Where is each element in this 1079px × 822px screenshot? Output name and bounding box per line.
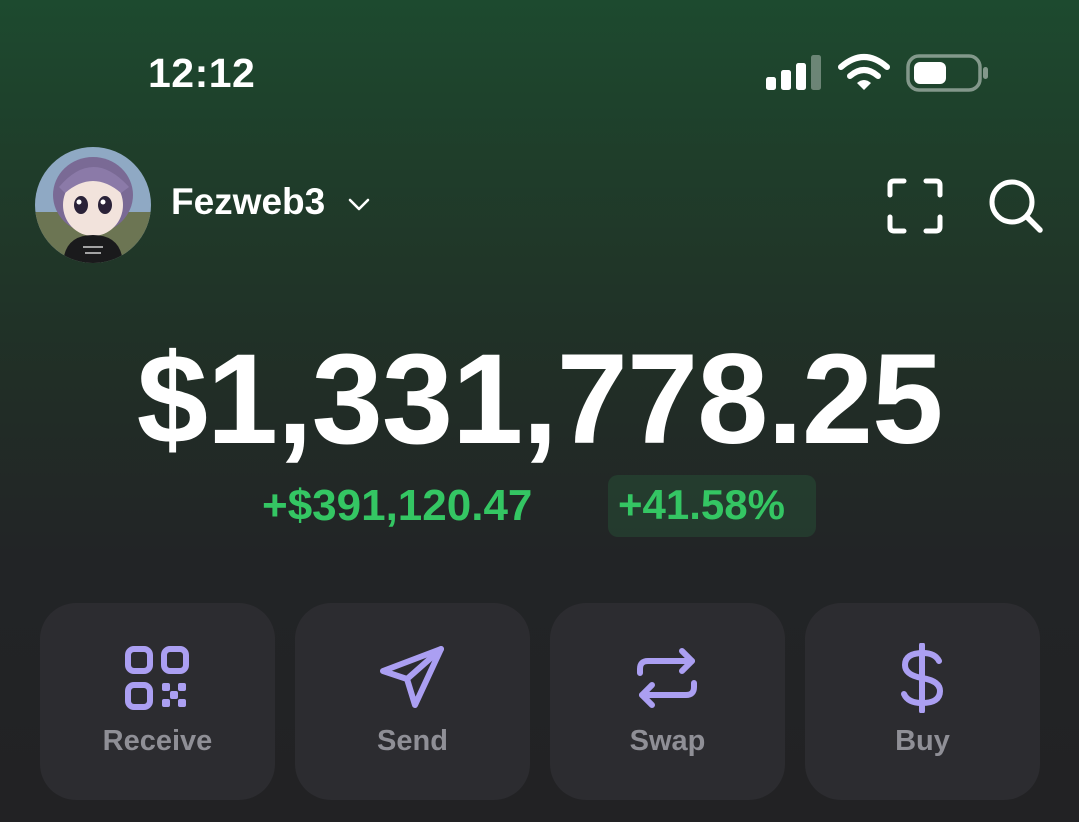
change-percent-badge: +41.58% (608, 475, 816, 537)
chevron-down-icon[interactable] (346, 193, 372, 215)
swap-arrows-icon (637, 648, 697, 708)
buy-label: Buy (895, 725, 950, 757)
paper-plane-icon (380, 646, 444, 708)
change-amount: +$391,120.47 (262, 481, 533, 530)
account-header: Fezweb3 (0, 140, 1079, 270)
receive-button[interactable]: Receive (40, 603, 275, 800)
dollar-sign-icon (901, 643, 944, 713)
status-bar: 12:12 (0, 0, 1079, 150)
account-name[interactable]: Fezweb3 (171, 181, 325, 223)
scan-icon[interactable] (886, 177, 944, 235)
wifi-icon (838, 54, 890, 90)
swap-label: Swap (629, 725, 706, 757)
total-balance: $1,331,778.25 (136, 328, 944, 471)
qr-code-icon (125, 646, 189, 710)
swap-button[interactable]: Swap (550, 603, 785, 800)
buy-button[interactable]: Buy (805, 603, 1040, 800)
change-percent: +41.58% (618, 481, 785, 528)
signal-bars-icon (766, 55, 821, 90)
send-label: Send (377, 725, 448, 757)
status-time: 12:12 (148, 50, 256, 96)
search-icon[interactable] (986, 176, 1046, 236)
send-button[interactable]: Send (295, 603, 530, 800)
receive-label: Receive (102, 725, 213, 757)
battery-icon (906, 54, 988, 92)
avatar[interactable] (35, 147, 151, 263)
